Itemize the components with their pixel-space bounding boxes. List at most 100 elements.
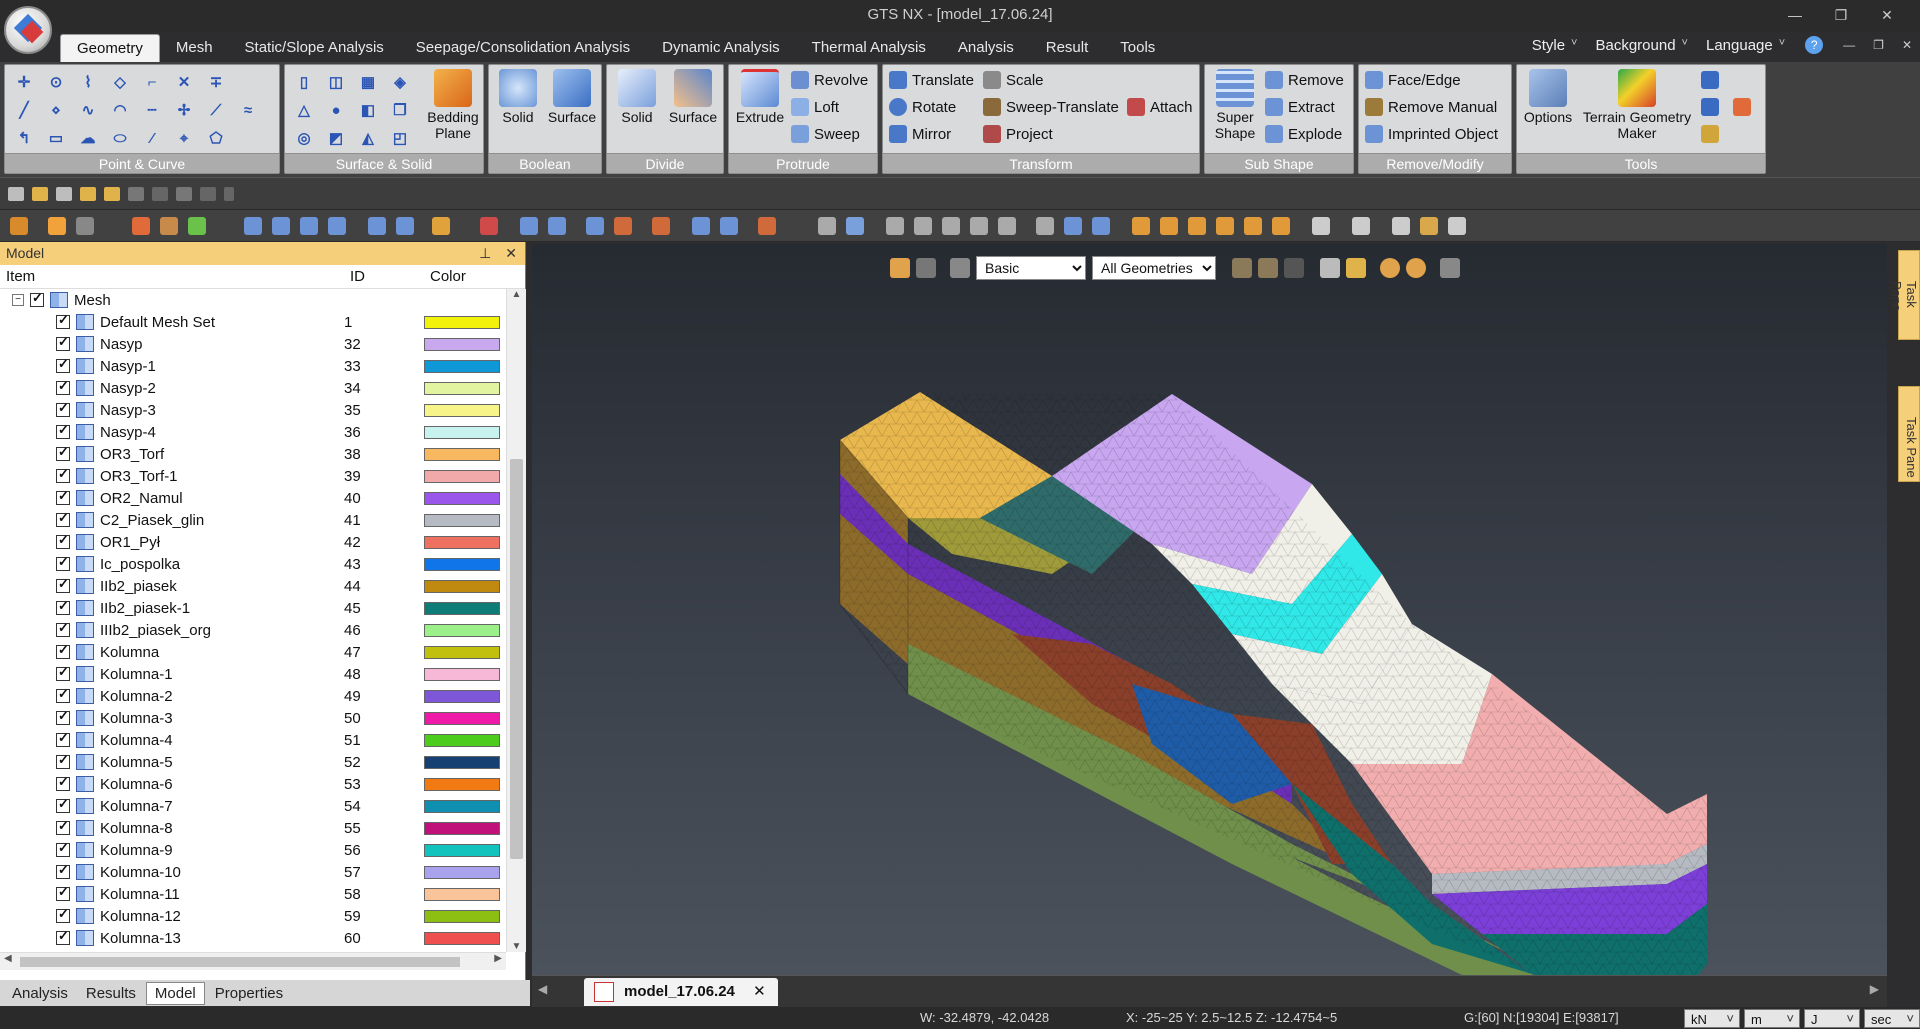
mesh-set-color-swatch[interactable] bbox=[424, 645, 500, 659]
sphere-icon[interactable]: ● bbox=[321, 97, 351, 123]
tab-thermal-analysis[interactable]: Thermal Analysis bbox=[796, 34, 942, 62]
pin-icon[interactable]: ⊥ bbox=[479, 242, 491, 265]
tab-result[interactable]: Result bbox=[1030, 34, 1105, 62]
lock-icon[interactable] bbox=[48, 217, 66, 235]
mesh-set-row[interactable]: Ic_pospolka 43 bbox=[0, 553, 506, 575]
tab-properties-panel[interactable]: Properties bbox=[207, 983, 291, 1004]
circle-point-icon[interactable]: ⊙ bbox=[41, 69, 71, 95]
tab-tools[interactable]: Tools bbox=[1104, 34, 1171, 62]
rotate-view-2-icon[interactable] bbox=[970, 217, 988, 235]
checkbox[interactable] bbox=[56, 730, 70, 747]
rotate-view-icon[interactable] bbox=[942, 217, 960, 235]
restore-icon[interactable]: ❐ bbox=[1818, 0, 1864, 30]
shade-icon[interactable] bbox=[1312, 217, 1330, 235]
redo-list-icon[interactable] bbox=[200, 186, 216, 201]
zoom-extent-icon[interactable] bbox=[914, 217, 932, 235]
view-grid-icon[interactable] bbox=[1036, 217, 1054, 235]
checkbox[interactable] bbox=[56, 686, 70, 703]
mesh-set-row[interactable]: Kolumna-11 58 bbox=[0, 883, 506, 905]
mesh-set-color-swatch[interactable] bbox=[424, 359, 500, 373]
mesh-set-row[interactable]: Nasyp-4 36 bbox=[0, 421, 506, 443]
extract-button[interactable]: Extract bbox=[1265, 98, 1335, 116]
ellipse-icon[interactable]: ⬭ bbox=[105, 125, 135, 151]
open-file-icon[interactable] bbox=[32, 186, 48, 201]
mesh-set-row[interactable]: Kolumna-3 50 bbox=[0, 707, 506, 729]
mesh-set-color-swatch[interactable] bbox=[424, 667, 500, 681]
explode-button[interactable]: Explode bbox=[1265, 125, 1342, 143]
tab-scroll-left-icon[interactable]: ◀ bbox=[538, 982, 547, 996]
options-button[interactable]: Options bbox=[1521, 69, 1575, 125]
scroll-thumb[interactable] bbox=[510, 459, 523, 859]
transparent-icon[interactable] bbox=[1448, 217, 1466, 235]
mesh-set-color-swatch[interactable] bbox=[424, 337, 500, 351]
scroll-up-icon[interactable]: ▲ bbox=[507, 289, 526, 300]
curve-icon[interactable]: ⌇ bbox=[73, 69, 103, 95]
checkbox[interactable] bbox=[56, 708, 70, 725]
checkbox[interactable] bbox=[56, 928, 70, 945]
checkbox[interactable] bbox=[56, 488, 70, 505]
zoom-icon[interactable] bbox=[818, 217, 836, 235]
scale-button[interactable]: Scale bbox=[983, 71, 1044, 89]
checkbox[interactable] bbox=[56, 444, 70, 461]
line-icon[interactable]: ╱ bbox=[9, 97, 39, 123]
measure-icon[interactable] bbox=[758, 217, 776, 235]
force-unit-select[interactable]: kN bbox=[1684, 1009, 1740, 1028]
checkbox[interactable] bbox=[56, 620, 70, 637]
bridge-icon[interactable]: ≈ bbox=[233, 97, 263, 123]
color-icon[interactable] bbox=[188, 217, 206, 235]
application-menu-button[interactable] bbox=[4, 6, 52, 54]
checkbox[interactable] bbox=[56, 884, 70, 901]
mesh-set-row[interactable]: Kolumna-5 52 bbox=[0, 751, 506, 773]
left-view-icon[interactable] bbox=[1216, 217, 1234, 235]
sun-icon[interactable] bbox=[432, 217, 450, 235]
tab-mesh[interactable]: Mesh bbox=[160, 34, 229, 62]
ribbon-close-icon[interactable]: ✕ bbox=[1894, 38, 1920, 52]
corner-icon[interactable]: ⌐ bbox=[137, 69, 167, 95]
tree-horizontal-scrollbar[interactable]: ◀ ▶ bbox=[0, 952, 506, 970]
tool-extra-1[interactable] bbox=[1701, 71, 1719, 89]
tab-model-panel[interactable]: Model bbox=[145, 981, 205, 1005]
new-file-icon[interactable] bbox=[8, 186, 24, 201]
cube-icon[interactable]: ◧ bbox=[353, 97, 383, 123]
task-pane-tab-2[interactable]: Task Pane bbox=[1898, 386, 1920, 482]
fillet-icon[interactable]: ↰ bbox=[9, 125, 39, 151]
document-close-icon[interactable]: ✕ bbox=[753, 983, 766, 1000]
tree-root[interactable]: − Mesh bbox=[0, 289, 506, 311]
shell-icon[interactable]: ◰ bbox=[385, 125, 415, 151]
mesh-set-row[interactable]: IIb2_piasek 44 bbox=[0, 575, 506, 597]
mesh-set-color-swatch[interactable] bbox=[424, 777, 500, 791]
mesh-set-row[interactable]: Nasyp-2 34 bbox=[0, 377, 506, 399]
sweep-translate-button[interactable]: Sweep-Translate bbox=[983, 98, 1119, 116]
view-axis-2-icon[interactable] bbox=[1092, 217, 1110, 235]
super-shape-button[interactable]: Super Shape bbox=[1209, 69, 1261, 141]
project-button[interactable]: Project bbox=[983, 125, 1053, 143]
help-icon[interactable]: ? bbox=[1805, 36, 1824, 54]
mesh-set-row[interactable]: Nasyp-3 35 bbox=[0, 399, 506, 421]
tool-extra-3[interactable] bbox=[1701, 125, 1719, 143]
tab-geometry[interactable]: Geometry bbox=[60, 34, 160, 62]
translate-button[interactable]: Translate bbox=[889, 71, 974, 89]
checkbox[interactable] bbox=[56, 906, 70, 923]
tab-static-slope-analysis[interactable]: Static/Slope Analysis bbox=[229, 34, 400, 62]
view-axis-icon[interactable] bbox=[1064, 217, 1082, 235]
mesh-set-row[interactable]: OR3_Torf 38 bbox=[0, 443, 506, 465]
style-dropdown[interactable]: Style bbox=[1524, 37, 1586, 54]
extrude-button[interactable]: Extrude bbox=[733, 69, 787, 125]
terrain-geometry-maker-button[interactable]: Terrain Geometry Maker bbox=[1577, 69, 1697, 141]
mesh-set-color-swatch[interactable] bbox=[424, 535, 500, 549]
hidden-icon[interactable] bbox=[1392, 217, 1410, 235]
mesh-set-row[interactable]: OR2_Namul 40 bbox=[0, 487, 506, 509]
wireframe-icon[interactable] bbox=[1352, 217, 1370, 235]
zoom-window-icon[interactable] bbox=[886, 217, 904, 235]
scroll-down-icon[interactable]: ▼ bbox=[507, 941, 526, 952]
checkbox[interactable] bbox=[56, 532, 70, 549]
checkbox[interactable] bbox=[56, 378, 70, 395]
undo-list-icon[interactable] bbox=[152, 186, 168, 201]
imprinted-object-button[interactable]: Imprinted Object bbox=[1365, 125, 1498, 143]
scroll-left-icon[interactable]: ◀ bbox=[4, 953, 12, 964]
mesh-set-color-swatch[interactable] bbox=[424, 403, 500, 417]
connect-icon[interactable] bbox=[692, 217, 710, 235]
spline-icon[interactable]: ∿ bbox=[73, 97, 103, 123]
mesh-set-color-swatch[interactable] bbox=[424, 425, 500, 439]
rectangle-icon[interactable]: ▭ bbox=[41, 125, 71, 151]
